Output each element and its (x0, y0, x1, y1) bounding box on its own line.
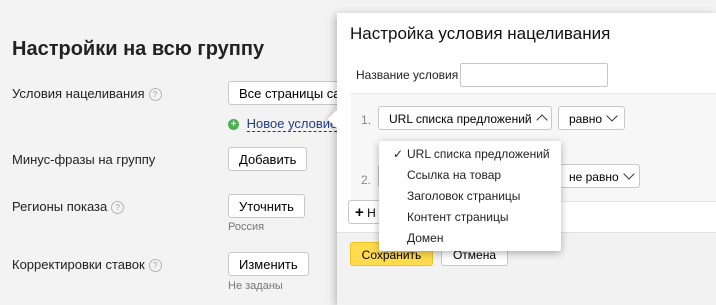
dropdown-option-product-link[interactable]: Ссылка на товар (407, 168, 501, 182)
chevron-up-icon (535, 114, 548, 126)
regions-label: Регионы показа (12, 199, 108, 214)
new-condition-link[interactable]: Новое условие (246, 116, 338, 132)
targeting-label-row: Условия нацеливания? (12, 86, 162, 102)
bids-value: Не заданы (228, 280, 283, 292)
help-icon[interactable]: ? (148, 88, 162, 102)
chevron-down-icon (623, 168, 635, 180)
rule-1-number: 1. (361, 113, 372, 127)
refine-regions-button[interactable]: Уточнить (228, 194, 305, 218)
field-dropdown-menu: ✓ URL списка предложений Ссылка на товар… (379, 141, 561, 251)
rule-2-number: 2. (361, 173, 372, 187)
rule-1-field-select[interactable]: URL списка предложений (378, 106, 552, 130)
condition-name-input[interactable] (460, 63, 608, 87)
bids-label: Корректировки ставок (12, 257, 145, 272)
rule-1-field-label: URL списка предложений (389, 112, 532, 126)
dropdown-option-domain[interactable]: Домен (407, 231, 444, 245)
add-rule-label: Н (367, 206, 376, 220)
plus-icon: + (355, 204, 364, 221)
dropdown-option-offer-url[interactable]: URL списка предложений (407, 147, 550, 161)
chevron-down-icon (606, 110, 618, 122)
plus-circle-icon: + (228, 119, 239, 131)
bids-label-row: Корректировки ставок? (12, 257, 162, 273)
modal-title: Настройка условия нацеливания (350, 24, 611, 43)
targeting-select-button[interactable]: Все страницы сайт (228, 81, 346, 105)
condition-name-label: Название условия (356, 68, 459, 82)
dropdown-option-page-title[interactable]: Заголовок страницы (407, 189, 520, 203)
dropdown-option-page-content[interactable]: Контент страницы (407, 210, 508, 224)
rule-1-operator-label: равно (569, 112, 603, 126)
add-minus-phrases-button[interactable]: Добавить (228, 147, 308, 171)
rule-2-operator-select[interactable]: не равно (558, 164, 640, 188)
panel-title: Настройки на всю группу (12, 38, 265, 60)
help-icon[interactable]: ? (111, 201, 125, 215)
rule-1-operator-select[interactable]: равно (558, 106, 625, 130)
new-condition-link-row[interactable]: + Новое условие (228, 116, 338, 132)
minus-label: Минус-фразы на группу (12, 152, 156, 167)
rule-2-operator-label: не равно (569, 170, 619, 184)
targeting-label: Условия нацеливания (12, 86, 145, 101)
change-bids-button[interactable]: Изменить (228, 252, 309, 276)
regions-label-row: Регионы показа? (12, 199, 125, 215)
check-icon: ✓ (393, 147, 404, 161)
help-icon[interactable]: ? (148, 259, 162, 273)
regions-value: Россия (228, 221, 265, 233)
